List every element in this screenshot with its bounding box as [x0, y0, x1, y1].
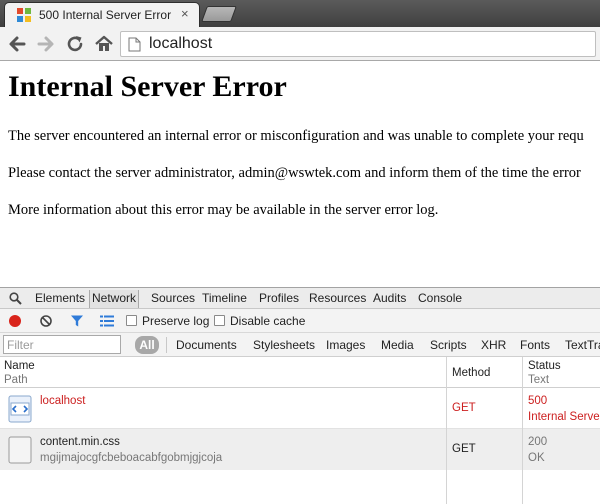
tab-strip: 500 Internal Server Error × — [0, 0, 600, 27]
type-filter-media[interactable]: Media — [381, 338, 414, 352]
error-paragraph-3: More information about this error may be… — [8, 202, 439, 218]
tab-profiles[interactable]: Profiles — [259, 291, 299, 305]
address-bar[interactable]: localhost — [120, 31, 596, 57]
table-row[interactable]: localhost GET 500 Internal Serve — [0, 388, 600, 429]
type-filter-images[interactable]: Images — [326, 338, 365, 352]
network-filter-bar: All Documents Stylesheets Images Media S… — [0, 333, 600, 357]
filter-input[interactable] — [3, 335, 121, 354]
preserve-log-checkbox[interactable]: Preserve log — [126, 314, 209, 328]
tab-elements[interactable]: Elements — [35, 291, 85, 305]
html-document-icon — [8, 395, 32, 423]
disable-cache-box[interactable] — [214, 315, 225, 326]
column-text[interactable]: Text — [528, 374, 549, 386]
type-filter-xhr[interactable]: XHR — [481, 338, 506, 352]
column-name[interactable]: Name — [4, 360, 35, 372]
preserve-log-label: Preserve log — [142, 314, 210, 328]
tab-resources[interactable]: Resources — [309, 291, 366, 305]
column-path[interactable]: Path — [4, 374, 28, 386]
devtools-panel: Elements Network Sources Timeline Profil… — [0, 287, 600, 504]
disable-cache-label: Disable cache — [230, 314, 306, 328]
record-button[interactable] — [9, 315, 21, 327]
back-arrow-icon — [9, 36, 26, 52]
home-icon — [95, 35, 113, 51]
network-controls: Preserve log Disable cache — [0, 309, 600, 333]
tab-network[interactable]: Network — [89, 290, 140, 308]
devtools-tab-bar: Elements Network Sources Timeline Profil… — [0, 287, 600, 309]
tab-audits[interactable]: Audits — [373, 291, 406, 305]
column-status[interactable]: Status — [528, 360, 561, 372]
windows-style-favicon-icon — [17, 8, 31, 22]
page-icon — [128, 37, 141, 52]
browser-tab[interactable]: 500 Internal Server Error × — [4, 2, 200, 27]
network-request-table: Name Path Method Status Text localhost G… — [0, 357, 600, 504]
disable-cache-checkbox[interactable]: Disable cache — [214, 314, 305, 328]
new-tab-button[interactable] — [201, 6, 237, 22]
request-status: 500 — [528, 395, 548, 407]
request-path: mgijmajocgfcbeboacabfgobmjgjcoja — [40, 452, 223, 464]
request-name: localhost — [40, 395, 86, 407]
request-status-text: Internal Serve — [528, 411, 600, 423]
page-heading: Internal Server Error — [8, 70, 287, 103]
home-button[interactable] — [93, 33, 115, 55]
table-header: Name Path Method Status Text — [0, 357, 600, 388]
back-button[interactable] — [6, 33, 28, 55]
column-method[interactable]: Method — [452, 367, 490, 379]
reload-icon — [67, 36, 83, 52]
forward-arrow-icon — [37, 36, 54, 52]
request-status-text: OK — [528, 452, 545, 464]
address-text[interactable]: localhost — [149, 35, 212, 53]
type-separator — [166, 337, 167, 353]
type-filter-scripts[interactable]: Scripts — [430, 338, 467, 352]
request-method: GET — [452, 443, 476, 455]
browser-toolbar: localhost — [0, 27, 600, 61]
error-paragraph-2: Please contact the server administrator,… — [8, 165, 581, 181]
preserve-log-box[interactable] — [126, 315, 137, 326]
type-filter-all[interactable]: All — [135, 336, 159, 354]
error-paragraph-1: The server encountered an internal error… — [8, 128, 584, 144]
stylesheet-file-icon — [8, 436, 32, 464]
reload-button[interactable] — [64, 33, 86, 55]
tab-timeline[interactable]: Timeline — [202, 291, 247, 305]
tab-sources[interactable]: Sources — [151, 291, 195, 305]
column-divider — [522, 357, 523, 504]
column-divider — [446, 357, 447, 504]
tab-close-icon[interactable]: × — [181, 6, 189, 21]
type-filter-stylesheets[interactable]: Stylesheets — [253, 338, 315, 352]
tab-console[interactable]: Console — [418, 291, 462, 305]
error-page: Internal Server Error The server encount… — [0, 62, 600, 288]
large-rows-list-icon[interactable] — [100, 315, 114, 327]
inspect-search-icon[interactable] — [9, 292, 22, 305]
type-filter-fonts[interactable]: Fonts — [520, 338, 550, 352]
tab-title: 500 Internal Server Error — [39, 8, 172, 22]
request-method: GET — [452, 402, 476, 414]
clear-icon[interactable] — [40, 315, 52, 327]
table-row[interactable]: content.min.css mgijmajocgfcbeboacabfgob… — [0, 429, 600, 470]
filter-funnel-icon[interactable] — [70, 314, 84, 328]
request-status: 200 — [528, 436, 548, 448]
type-filter-texttrack[interactable]: TextTra — [565, 338, 600, 352]
request-name: content.min.css — [40, 436, 120, 448]
type-filter-documents[interactable]: Documents — [176, 338, 237, 352]
forward-button[interactable] — [35, 33, 57, 55]
